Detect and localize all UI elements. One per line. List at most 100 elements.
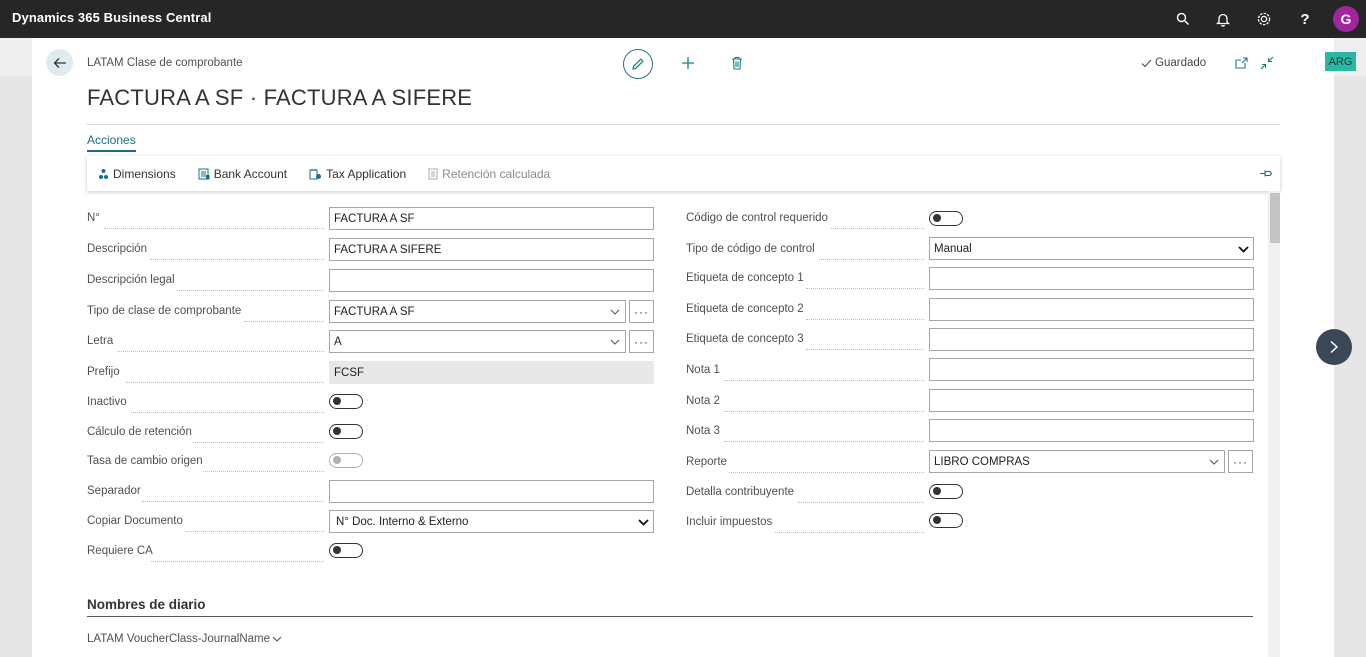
action-retencion-calculada[interactable]: Retención calculada <box>428 167 550 181</box>
new-plus-button[interactable] <box>678 53 698 73</box>
tasa-cambio-origen-toggle <box>329 453 363 468</box>
leader-dots <box>244 302 324 322</box>
scrollbar-thumb[interactable] <box>1270 193 1280 243</box>
label-nota-1: Nota 1 <box>686 364 720 376</box>
settings-gear-icon[interactable] <box>1254 9 1274 29</box>
help-question-icon[interactable]: ? <box>1295 9 1315 29</box>
etiqueta-concepto-2-field[interactable] <box>929 298 1254 321</box>
delete-button[interactable] <box>727 53 747 73</box>
leader-dots <box>729 453 924 473</box>
notification-bell-icon[interactable] <box>1213 9 1233 29</box>
section-divider <box>87 616 1253 617</box>
next-record-button[interactable] <box>1316 329 1352 365</box>
reporte-field[interactable]: LIBRO COMPRAS <box>929 450 1225 473</box>
leader-dots <box>797 483 924 503</box>
collapse-button[interactable] <box>1257 53 1277 73</box>
reporte-lookup-button[interactable]: ··· <box>1228 450 1253 473</box>
tipo-clase-comprobante-field[interactable]: FACTURA A SF <box>329 300 626 323</box>
copiar-documento-select[interactable]: N° Doc. Interno & Externo <box>329 510 654 533</box>
title-divider <box>87 124 1280 125</box>
label-nota-2: Nota 2 <box>686 395 720 407</box>
leader-dots <box>193 423 324 443</box>
leader-dots <box>151 542 324 562</box>
label-calculo-retencion: Cálculo de retención <box>87 426 192 438</box>
plus-icon <box>682 57 694 69</box>
label-no: N° <box>87 212 100 224</box>
open-new-window-button[interactable] <box>1231 53 1251 73</box>
leader-dots <box>117 332 324 352</box>
action-tax-application[interactable]: Tax Application <box>309 167 406 181</box>
label-tipo-clase-comprobante: Tipo de clase de comprobante <box>87 305 242 317</box>
leader-dots <box>186 512 324 532</box>
pencil-icon <box>632 58 644 70</box>
detalla-contribuyente-toggle[interactable] <box>929 484 963 499</box>
letra-lookup-button[interactable]: ··· <box>629 330 654 353</box>
saved-status: Guardado <box>1141 57 1206 69</box>
leader-dots <box>131 393 324 413</box>
app-title[interactable]: Dynamics 365 Business Central <box>12 10 211 25</box>
company-badge[interactable]: ARG <box>1325 52 1356 71</box>
label-etiqueta-concepto-2: Etiqueta de concepto 2 <box>686 303 804 315</box>
back-button[interactable] <box>46 49 73 76</box>
subpart-menu[interactable]: LATAM VoucherClass-JournalName <box>87 633 282 645</box>
dimensions-icon <box>99 168 108 179</box>
nota-1-field[interactable] <box>929 358 1254 381</box>
separador-field[interactable] <box>329 480 654 503</box>
edit-button[interactable] <box>623 49 653 79</box>
nota-3-field[interactable] <box>929 419 1254 442</box>
letra-value: A <box>334 335 342 348</box>
leader-dots <box>142 482 324 502</box>
reporte-value: LIBRO COMPRAS <box>934 455 1030 468</box>
nota-2-field[interactable] <box>929 389 1254 412</box>
leader-dots <box>724 361 924 381</box>
no-field[interactable]: FACTURA A SF <box>329 207 654 230</box>
calculo-retencion-toggle[interactable] <box>329 424 363 439</box>
action-bank-account[interactable]: Bank Account <box>198 167 287 181</box>
document-icon <box>428 168 438 179</box>
leader-dots <box>724 422 924 442</box>
label-nota-3: Nota 3 <box>686 425 720 437</box>
incluir-impuestos-toggle[interactable] <box>929 513 963 528</box>
action-dimensions-label: Dimensions <box>113 166 176 181</box>
label-descripcion: Descripción <box>87 243 148 255</box>
chevron-down-icon[interactable] <box>609 306 621 318</box>
leader-dots <box>819 240 924 260</box>
label-incluir-impuestos: Incluir impuestos <box>686 516 773 528</box>
chevron-down-icon[interactable] <box>609 336 621 348</box>
collapse-arrows-icon <box>1260 56 1274 70</box>
user-avatar[interactable]: G <box>1333 6 1359 32</box>
descripcion-field[interactable]: FACTURA A SIFERE <box>329 238 654 261</box>
inactivo-toggle[interactable] <box>329 394 363 409</box>
tipo-clase-comprobante-lookup-button[interactable]: ··· <box>629 300 654 323</box>
tax-application-icon <box>309 168 322 179</box>
leader-dots <box>104 209 324 229</box>
tipo-codigo-control-value: Manual <box>934 242 972 255</box>
action-dimensions[interactable]: Dimensions <box>98 167 176 181</box>
pin-icon[interactable] <box>1258 166 1274 180</box>
requiere-ca-toggle[interactable] <box>329 543 363 558</box>
chevron-down-icon[interactable] <box>637 516 649 528</box>
action-bar: Dimensions Bank Account Tax Application … <box>87 156 1280 191</box>
section-title-nombres-diario[interactable]: Nombres de diario <box>87 597 206 612</box>
etiqueta-concepto-1-field[interactable] <box>929 267 1254 290</box>
tab-acciones[interactable]: Acciones <box>87 133 136 152</box>
etiqueta-concepto-3-field[interactable] <box>929 328 1254 351</box>
saved-label: Guardado <box>1155 57 1207 69</box>
label-reporte: Reporte <box>686 456 727 468</box>
checkmark-icon <box>1141 59 1152 67</box>
descripcion-legal-field[interactable] <box>329 269 654 292</box>
arrow-left-icon <box>53 57 66 68</box>
chevron-down-icon[interactable] <box>1208 456 1220 468</box>
tipo-clase-comprobante-value: FACTURA A SF <box>334 305 415 318</box>
chevron-down-icon[interactable] <box>1237 243 1249 255</box>
tipo-codigo-control-select[interactable]: Manual <box>929 237 1254 260</box>
label-descripcion-legal: Descripción legal <box>87 274 175 286</box>
chevron-right-icon <box>1330 340 1339 354</box>
codigo-control-requerido-toggle[interactable] <box>929 211 963 226</box>
vertical-scrollbar[interactable] <box>1268 191 1280 657</box>
search-icon[interactable] <box>1173 9 1193 29</box>
leader-dots <box>806 269 924 289</box>
letra-field[interactable]: A <box>329 330 626 353</box>
label-inactivo: Inactivo <box>87 396 127 408</box>
subpart-label: LATAM VoucherClass-JournalName <box>87 633 271 645</box>
